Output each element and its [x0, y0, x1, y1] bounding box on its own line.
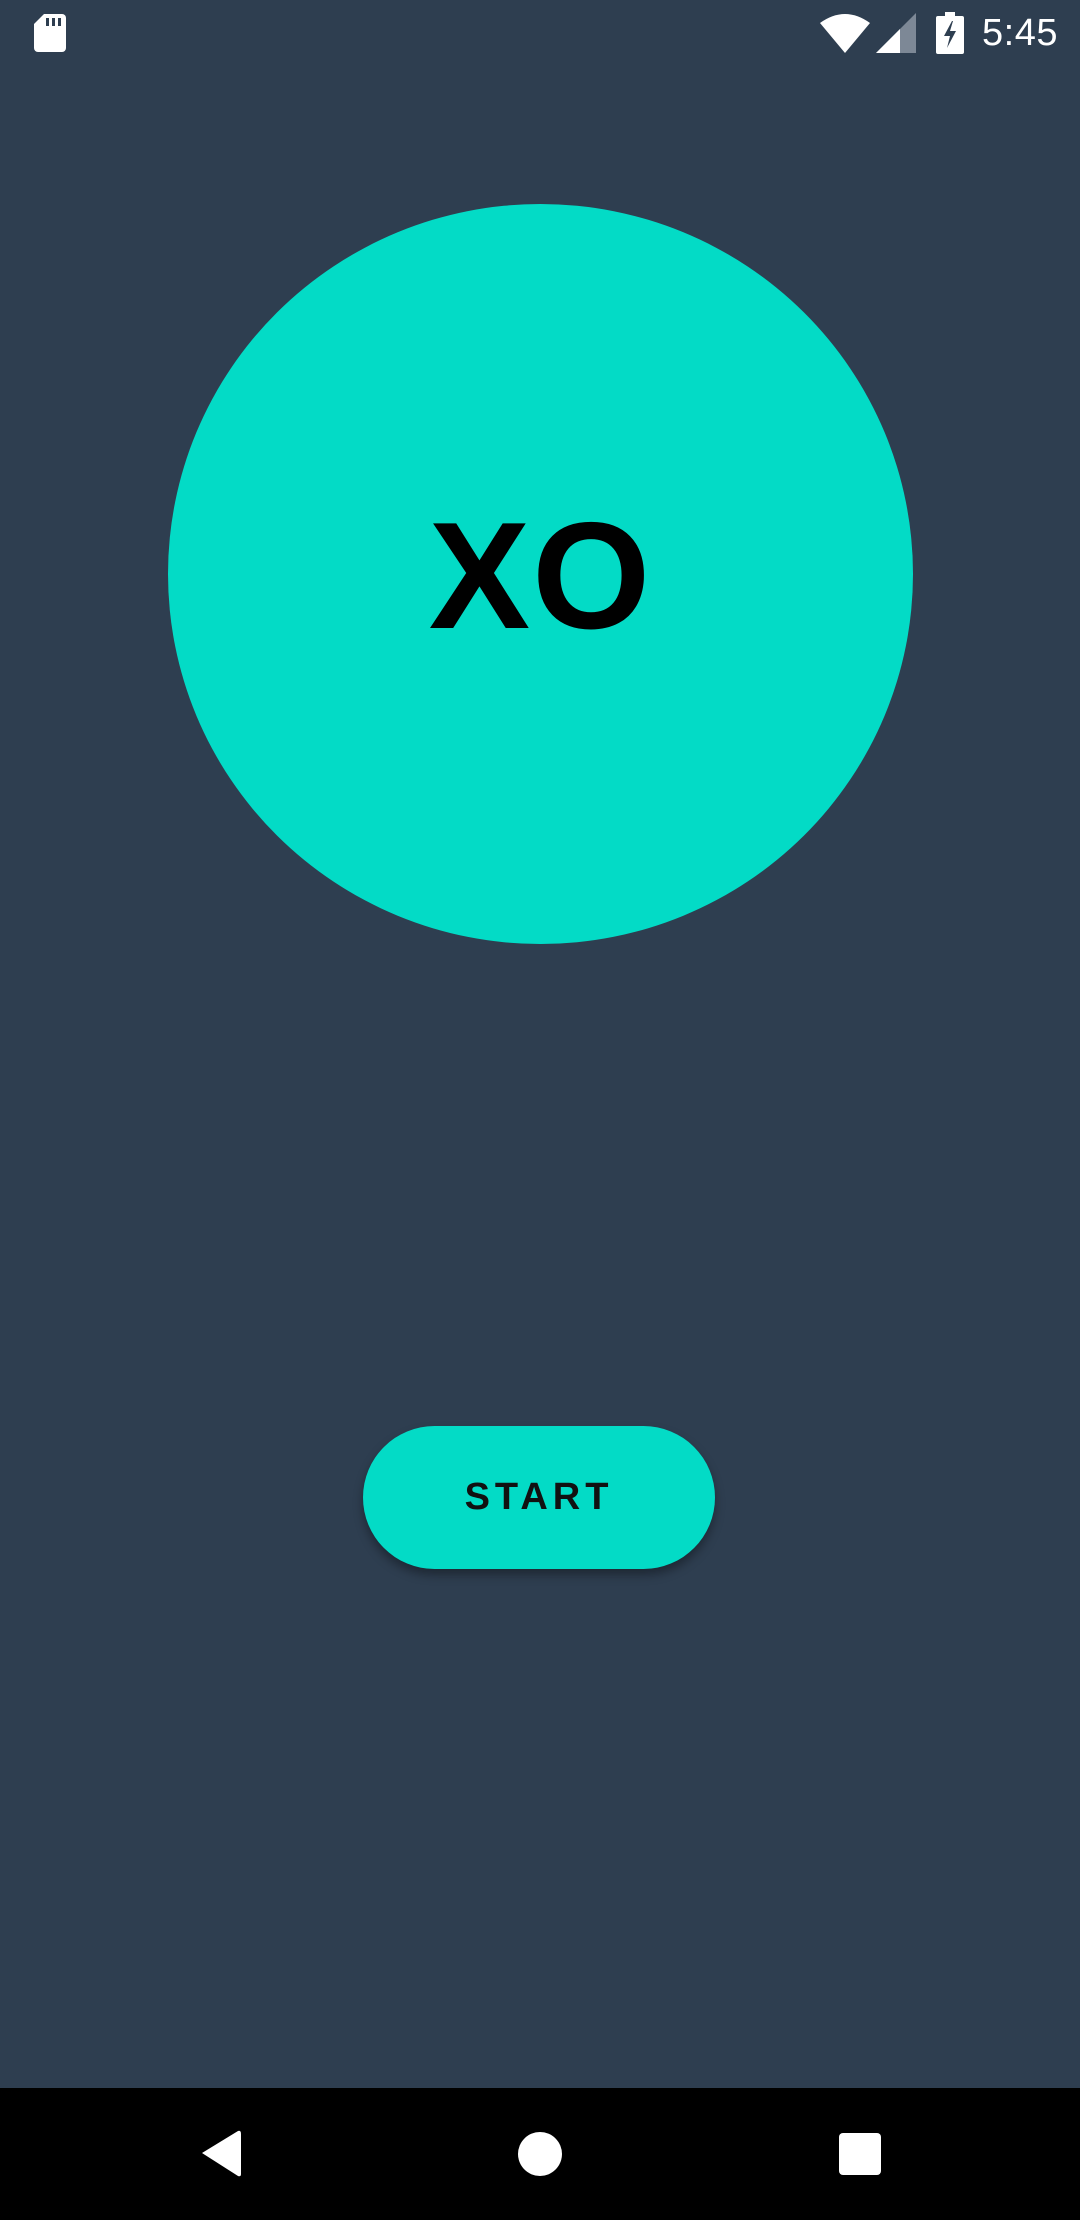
home-icon: [518, 2132, 562, 2176]
status-icons: 5:45: [820, 0, 1058, 66]
logo-text: XO: [428, 491, 653, 661]
back-icon: [202, 2130, 241, 2177]
main-screen: 5:45 XO START: [0, 0, 1080, 2220]
nav-back-button[interactable]: [140, 2088, 300, 2220]
status-bar: 5:45: [0, 0, 1080, 66]
battery-charging-icon: [936, 12, 965, 54]
logo-circle: XO: [168, 204, 913, 944]
start-button[interactable]: START: [363, 1426, 715, 1569]
sd-card-icon: [34, 14, 66, 52]
nav-home-button[interactable]: [460, 2088, 620, 2220]
start-button-label: START: [464, 1476, 614, 1518]
signal-icon: [876, 13, 917, 53]
nav-recents-button[interactable]: [780, 2088, 940, 2220]
wifi-icon: [820, 14, 871, 53]
recents-icon: [839, 2133, 881, 2175]
navigation-bar: [0, 2088, 1080, 2220]
status-time: 5:45: [982, 11, 1058, 54]
